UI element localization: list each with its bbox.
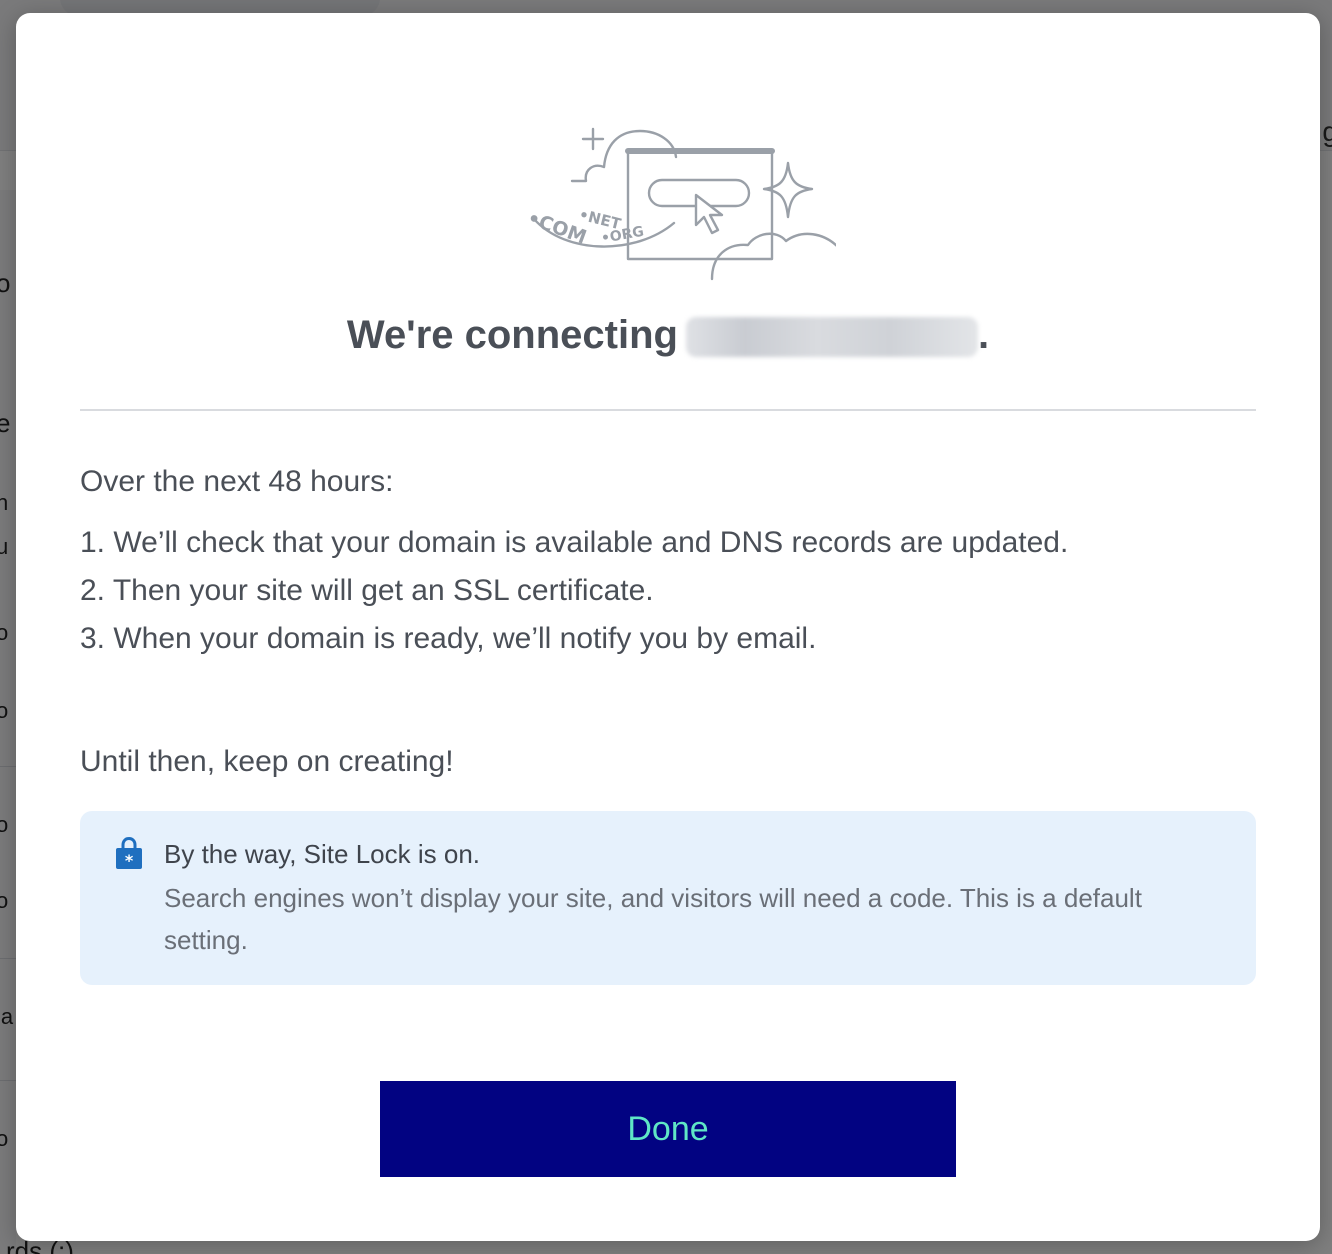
dialog-title-text: We're connecting	[346, 313, 678, 357]
svg-text:*: *	[125, 851, 134, 870]
steps-list: 1. We’ll check that your domain is avail…	[80, 519, 1068, 663]
domain-connecting-illustration: •NET •COM •ORG	[524, 127, 836, 281]
site-lock-title: By the way, Site Lock is on.	[164, 839, 480, 869]
timeline-heading: Over the next 48 hours:	[80, 465, 394, 498]
title-divider	[80, 409, 1256, 411]
dialog-title: We're connecting.	[16, 313, 1320, 358]
encouragement-text: Until then, keep on creating!	[80, 745, 454, 778]
dialog-title-period: .	[977, 313, 990, 357]
step-item: 3. When your domain is ready, we’ll noti…	[80, 622, 817, 655]
step-item: 2. Then your site will get an SSL certif…	[80, 574, 654, 607]
lock-icon: *	[116, 836, 142, 870]
site-lock-notice: * By the way, Site Lock is on. Search en…	[80, 811, 1256, 985]
site-lock-description: Search engines won’t display your site, …	[164, 883, 1142, 955]
done-button[interactable]: Done	[380, 1081, 956, 1177]
redacted-domain-name	[685, 317, 978, 358]
step-item: 1. We’ll check that your domain is avail…	[80, 526, 1069, 559]
domain-connecting-dialog: •NET •COM •ORG We're connecting. Over th…	[16, 13, 1320, 1241]
